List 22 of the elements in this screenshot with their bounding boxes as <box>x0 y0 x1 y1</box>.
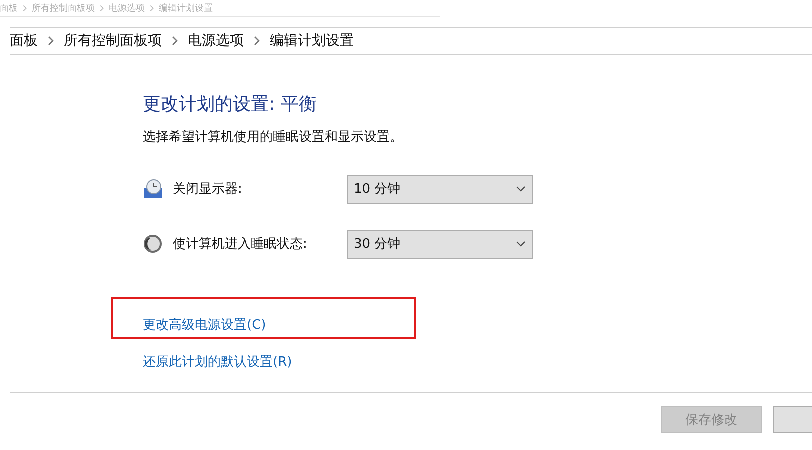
chevron-icon <box>100 4 104 12</box>
chevron-icon <box>150 4 154 12</box>
breadcrumb-item[interactable]: 电源选项 <box>188 32 244 50</box>
page-title: 更改计划的设置: 平衡 <box>143 93 318 116</box>
chevron-icon <box>23 4 27 12</box>
setting-label: 关闭显示器: <box>173 181 244 198</box>
caret-icon <box>516 186 526 192</box>
description-text: 选择希望计算机使用的睡眠设置和显示设置。 <box>143 129 404 146</box>
breadcrumb-item[interactable]: 所有控制面板项 <box>64 32 162 50</box>
setting-label: 使计算机进入睡眠状态: <box>173 236 308 253</box>
chevron-icon <box>172 36 178 46</box>
chevron-icon <box>254 36 260 46</box>
breadcrumb-item[interactable]: 编辑计划设置 <box>270 32 354 50</box>
caret-icon <box>516 241 526 247</box>
dropdown[interactable]: 10 分钟 <box>347 174 533 204</box>
link[interactable]: 更改高级电源设置(C) <box>143 316 266 334</box>
dropdown[interactable]: 30 分钟 <box>347 230 533 258</box>
breadcrumb-item[interactable]: 面板 <box>10 32 38 50</box>
moon-icon <box>143 234 163 254</box>
link[interactable]: 还原此计划的默认设置(R) <box>143 353 292 371</box>
chevron-icon <box>48 36 54 46</box>
monitor-clock-icon <box>143 179 163 199</box>
